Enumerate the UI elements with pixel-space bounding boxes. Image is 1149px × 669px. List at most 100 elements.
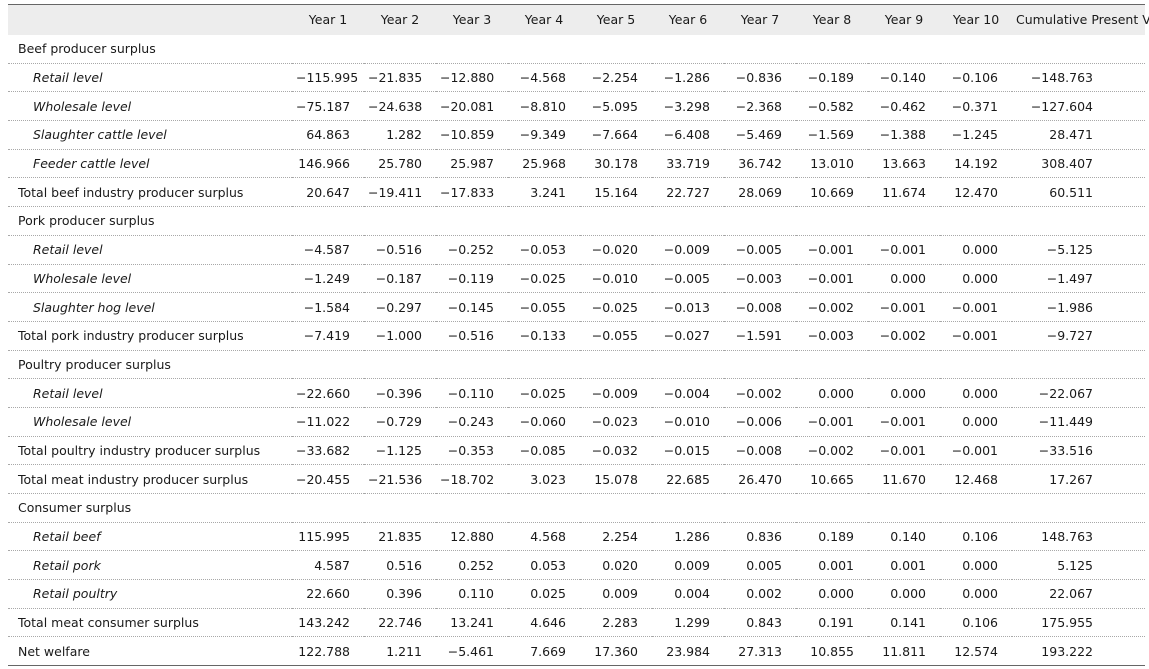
value-cell: 25.968 [508, 149, 580, 179]
header-year-5: Year 5 [580, 4, 652, 35]
cumulative-cell: −5.125 [1012, 235, 1145, 265]
value-cell: 0.110 [436, 579, 508, 609]
cumulative-cell: 5.125 [1012, 550, 1145, 581]
row-label: Net welfare [8, 636, 292, 667]
value-cell: 23.984 [652, 636, 724, 667]
value-cell: −0.060 [508, 407, 580, 437]
value-cell: −1.591 [724, 321, 796, 351]
value-cell [724, 493, 796, 523]
value-cell: −0.001 [868, 407, 940, 437]
value-cell: −1.000 [364, 321, 436, 351]
value-cell: −0.004 [652, 378, 724, 408]
value-cell [868, 206, 940, 236]
value-cell: 1.282 [364, 120, 436, 150]
value-cell: 11.674 [868, 177, 940, 208]
value-cell: −0.297 [364, 292, 436, 322]
value-cell: 0.000 [868, 579, 940, 609]
value-cell: 12.468 [940, 464, 1012, 494]
value-cell: −0.015 [652, 436, 724, 466]
value-cell: 0.516 [364, 550, 436, 581]
cumulative-cell [1012, 493, 1145, 523]
table-body: Beef producer surplus Retail level −115.99… [8, 34, 1145, 667]
header-cumulative: Cumulative Present Value [1012, 4, 1149, 35]
value-cell: −11.022 [292, 407, 364, 437]
value-cell: 0.000 [868, 264, 940, 294]
value-cell: −0.025 [508, 378, 580, 408]
value-cell: 26.470 [724, 464, 796, 494]
value-cell: −2.254 [580, 63, 652, 93]
cumulative-cell: 175.955 [1012, 608, 1145, 638]
value-cell: 15.078 [580, 464, 652, 494]
value-cell: 0.001 [868, 550, 940, 581]
value-cell [580, 206, 652, 236]
cumulative-cell: −1.497 [1012, 264, 1145, 294]
value-cell: 10.669 [796, 177, 868, 208]
value-cell [868, 34, 940, 64]
row-label: Retail poultry [8, 579, 292, 609]
value-cell: −21.835 [364, 63, 436, 93]
value-cell: −18.702 [436, 464, 508, 494]
value-cell: −0.243 [436, 407, 508, 437]
value-cell: −0.009 [652, 235, 724, 265]
value-cell [292, 350, 364, 380]
value-cell [364, 493, 436, 523]
value-cell: 4.646 [508, 608, 580, 638]
value-cell [652, 206, 724, 236]
value-cell [652, 350, 724, 380]
value-cell: −0.003 [724, 264, 796, 294]
value-cell: 0.396 [364, 579, 436, 609]
value-cell: 22.685 [652, 464, 724, 494]
value-cell: 115.995 [292, 522, 364, 552]
value-cell: −0.010 [580, 264, 652, 294]
value-cell: −5.469 [724, 120, 796, 150]
value-cell [652, 493, 724, 523]
cumulative-cell: 17.267 [1012, 464, 1145, 494]
value-cell: 143.242 [292, 608, 364, 638]
value-cell: 64.863 [292, 120, 364, 150]
value-cell: −17.833 [436, 177, 508, 208]
value-cell: −0.189 [796, 63, 868, 93]
value-cell: −0.001 [796, 235, 868, 265]
value-cell: −1.249 [292, 264, 364, 294]
value-cell [364, 350, 436, 380]
cumulative-cell: −33.516 [1012, 436, 1145, 466]
value-cell [940, 34, 1012, 64]
value-cell: 12.574 [940, 636, 1012, 667]
value-cell: −0.106 [940, 63, 1012, 93]
value-cell: 11.811 [868, 636, 940, 667]
value-cell: −0.085 [508, 436, 580, 466]
row-label: Retail level [8, 63, 292, 93]
value-cell: 0.000 [940, 235, 1012, 265]
value-cell: −0.001 [940, 321, 1012, 351]
value-cell: 0.000 [796, 378, 868, 408]
section-row: Pork producer surplus [8, 206, 1145, 236]
value-cell: 0.004 [652, 579, 724, 609]
value-cell: 30.178 [580, 149, 652, 179]
value-cell: 0.000 [940, 264, 1012, 294]
value-cell: −0.836 [724, 63, 796, 93]
value-cell: −4.587 [292, 235, 364, 265]
value-cell [508, 493, 580, 523]
value-cell: 22.727 [652, 177, 724, 208]
value-cell: 0.000 [796, 579, 868, 609]
value-cell: 13.241 [436, 608, 508, 638]
value-cell: 0.005 [724, 550, 796, 581]
table-row: Retail level −4.587 −0.516 −0.252 −0.053 −0.0… [8, 235, 1145, 265]
value-cell [436, 493, 508, 523]
value-cell [580, 350, 652, 380]
value-cell: −0.055 [580, 321, 652, 351]
row-label: Beef producer surplus [8, 34, 292, 64]
value-cell: −0.025 [580, 292, 652, 322]
value-cell: −8.810 [508, 91, 580, 122]
value-cell: −12.880 [436, 63, 508, 93]
value-cell [508, 34, 580, 64]
value-cell [508, 206, 580, 236]
value-cell: 0.009 [580, 579, 652, 609]
value-cell: 0.000 [940, 550, 1012, 581]
section-row: Consumer surplus [8, 493, 1145, 523]
total-row: Total pork industry producer surplus −7.4… [8, 321, 1145, 351]
value-cell: −0.020 [580, 235, 652, 265]
value-cell: −0.001 [796, 264, 868, 294]
value-cell: −1.286 [652, 63, 724, 93]
header-year-7: Year 7 [724, 4, 796, 35]
